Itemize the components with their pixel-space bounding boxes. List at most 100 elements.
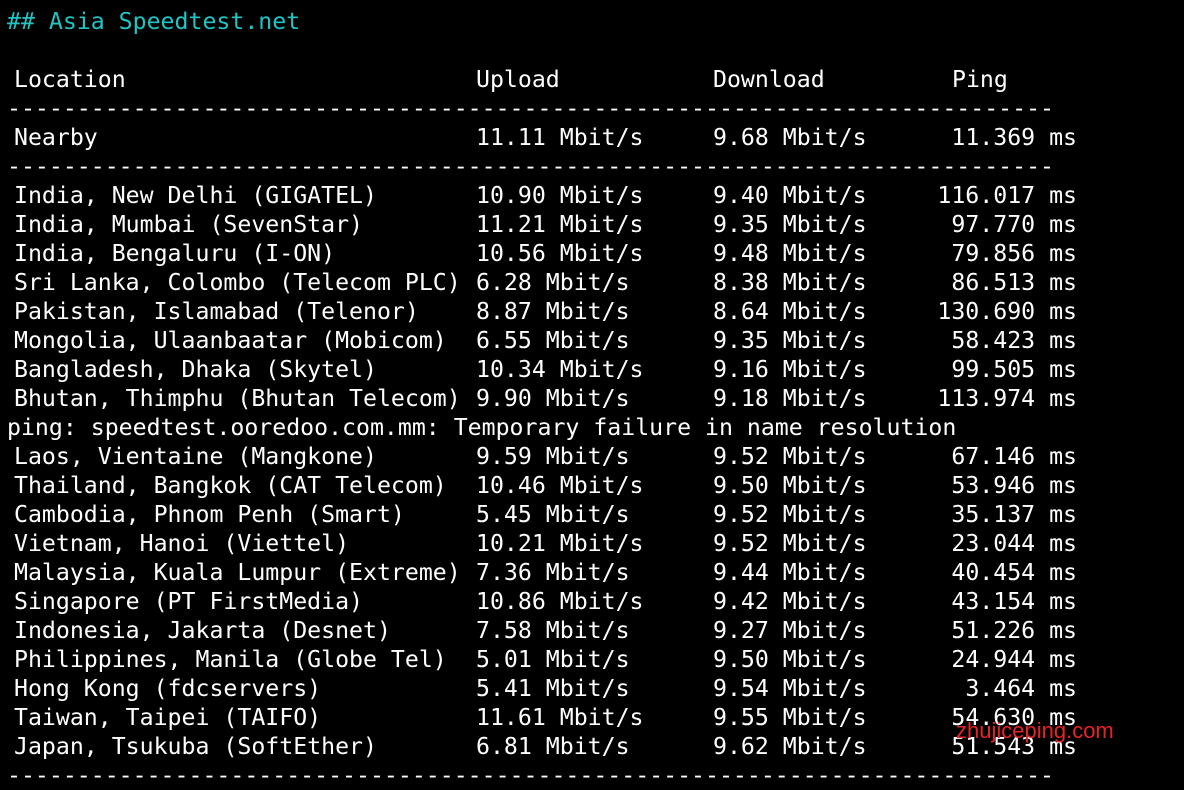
cell-download: 9.27 Mbit/s [713,617,867,644]
table-row: India, New Delhi (GIGATEL) 10.90 Mbit/s 9.… [0,181,1184,210]
table-row: Singapore (PT FirstMedia) 10.86 Mbit/s 9.4… [0,587,1184,616]
cell-upload: 6.55 Mbit/s [476,327,630,354]
cell-upload: 10.56 Mbit/s [476,240,644,267]
cell-ping: 35.137 ms [951,501,1077,528]
separator-line: ----------------------------------------… [7,762,1057,789]
error-message: ping: speedtest.ooredoo.com.mm: Temporar… [7,414,957,441]
cell-ping: 99.505 ms [951,356,1077,383]
header-upload: Upload [476,66,560,93]
table-row: Laos, Vientaine (Mangkone) 9.59 Mbit/s 9.5… [0,442,1184,471]
cell-location: Sri Lanka, Colombo (Telecom PLC) [14,269,461,296]
table-row: Thailand, Bangkok (CAT Telecom) 10.46 Mbi… [0,471,1184,500]
table-row: Vietnam, Hanoi (Viettel) 10.21 Mbit/s 9.52… [0,529,1184,558]
cell-download: 9.42 Mbit/s [713,588,867,615]
cell-location: Bangladesh, Dhaka (Skytel) [14,356,377,383]
cell-location: Mongolia, Ulaanbaatar (Mobicom) [14,327,447,354]
cell-upload: 10.86 Mbit/s [476,588,644,615]
cell-upload: 10.46 Mbit/s [476,472,644,499]
cell-download: 9.35 Mbit/s [713,327,867,354]
cell-ping: 43.154 ms [951,588,1077,615]
cell-ping: 130.690 ms [937,298,1077,325]
cell-ping: 23.044 ms [951,530,1077,557]
cell-location: Singapore (PT FirstMedia) [14,588,364,615]
separator-line: ----------------------------------------… [7,153,1057,180]
table-row: Indonesia, Jakarta (Desnet) 7.58 Mbit/s 9.… [0,616,1184,645]
cell-location: Nearby [14,124,98,151]
cell-upload: 6.28 Mbit/s [476,269,630,296]
cell-download: 8.64 Mbit/s [713,298,867,325]
header-download: Download [713,66,825,93]
table-row: Bhutan, Thimphu (Bhutan Telecom) 9.90 Mbi… [0,384,1184,413]
cell-upload: 5.41 Mbit/s [476,675,630,702]
cell-upload: 10.21 Mbit/s [476,530,644,557]
cell-location: Malaysia, Kuala Lumpur (Extreme) [14,559,461,586]
cell-location: Thailand, Bangkok (CAT Telecom) [14,472,447,499]
cell-upload: 9.59 Mbit/s [476,443,630,470]
cell-location: Japan, Tsukuba (SoftEther) [14,733,377,760]
cell-upload: 7.58 Mbit/s [476,617,630,644]
cell-download: 9.18 Mbit/s [713,385,867,412]
cell-ping: 3.464 ms [965,675,1077,702]
table-row: Sri Lanka, Colombo (Telecom PLC) 6.28 Mbi… [0,268,1184,297]
cell-download: 9.50 Mbit/s [713,472,867,499]
table-row: Malaysia, Kuala Lumpur (Extreme) 7.36 Mbi… [0,558,1184,587]
cell-download: 9.48 Mbit/s [713,240,867,267]
table-row: Philippines, Manila (Globe Tel) 5.01 Mbit… [0,645,1184,674]
table-header: Location Upload Download Ping [0,65,1184,94]
cell-download: 9.52 Mbit/s [713,501,867,528]
cell-upload: 10.34 Mbit/s [476,356,644,383]
terminal-window: ## Asia Speedtest.net Location Upload Do… [0,0,1184,789]
cell-location: Pakistan, Islamabad (Telenor) [14,298,419,325]
cell-upload: 5.45 Mbit/s [476,501,630,528]
cell-ping: 67.146 ms [951,443,1077,470]
cell-upload: 5.01 Mbit/s [476,646,630,673]
cell-download: 9.62 Mbit/s [713,733,867,760]
cell-download: 9.52 Mbit/s [713,443,867,470]
cell-download: 9.68 Mbit/s [713,124,867,151]
cell-ping: 79.856 ms [951,240,1077,267]
cell-upload: 10.90 Mbit/s [476,182,644,209]
separator-line: ----------------------------------------… [7,95,1057,122]
cell-download: 9.52 Mbit/s [713,530,867,557]
cell-location: Cambodia, Phnom Penh (Smart) [14,501,405,528]
cell-ping: 97.770 ms [951,211,1077,238]
cell-ping: 53.946 ms [951,472,1077,499]
section-title: ## Asia Speedtest.net [7,8,301,35]
cell-ping: 116.017 ms [937,182,1077,209]
cell-location: Philippines, Manila (Globe Tel) [14,646,447,673]
cell-upload: 11.11 Mbit/s [476,124,644,151]
cell-ping: 11.369 ms [951,124,1077,151]
cell-ping: 86.513 ms [951,269,1077,296]
header-location: Location [14,66,126,93]
table-row: Pakistan, Islamabad (Telenor) 8.87 Mbit/s… [0,297,1184,326]
cell-download: 9.35 Mbit/s [713,211,867,238]
cell-location: India, New Delhi (GIGATEL) [14,182,377,209]
cell-ping: 24.944 ms [951,646,1077,673]
cell-download: 9.54 Mbit/s [713,675,867,702]
cell-location: Bhutan, Thimphu (Bhutan Telecom) [14,385,461,412]
table-row: Mongolia, Ulaanbaatar (Mobicom) 6.55 Mbit… [0,326,1184,355]
table-row: India, Bengaluru (I-ON) 10.56 Mbit/s 9.48 … [0,239,1184,268]
cell-upload: 6.81 Mbit/s [476,733,630,760]
watermark-text: zhujiceping.com [956,718,1114,743]
cell-location: Vietnam, Hanoi (Viettel) [14,530,350,557]
cell-location: Hong Kong (fdcservers) [14,675,322,702]
cell-location: Laos, Vientaine (Mangkone) [14,443,377,470]
header-ping: Ping [952,66,1008,93]
cell-download: 9.16 Mbit/s [713,356,867,383]
cell-ping: 51.226 ms [951,617,1077,644]
cell-upload: 7.36 Mbit/s [476,559,630,586]
cell-download: 9.44 Mbit/s [713,559,867,586]
cell-upload: 11.61 Mbit/s [476,704,644,731]
cell-upload: 9.90 Mbit/s [476,385,630,412]
table-row: Bangladesh, Dhaka (Skytel) 10.34 Mbit/s 9.… [0,355,1184,384]
cell-download: 9.55 Mbit/s [713,704,867,731]
cell-upload: 11.21 Mbit/s [476,211,644,238]
cell-location: India, Bengaluru (I-ON) [14,240,336,267]
cell-download: 9.50 Mbit/s [713,646,867,673]
table-row: Cambodia, Phnom Penh (Smart) 5.45 Mbit/s 9… [0,500,1184,529]
cell-location: India, Mumbai (SevenStar) [14,211,364,238]
cell-download: 9.40 Mbit/s [713,182,867,209]
cell-upload: 8.87 Mbit/s [476,298,630,325]
cell-download: 8.38 Mbit/s [713,269,867,296]
